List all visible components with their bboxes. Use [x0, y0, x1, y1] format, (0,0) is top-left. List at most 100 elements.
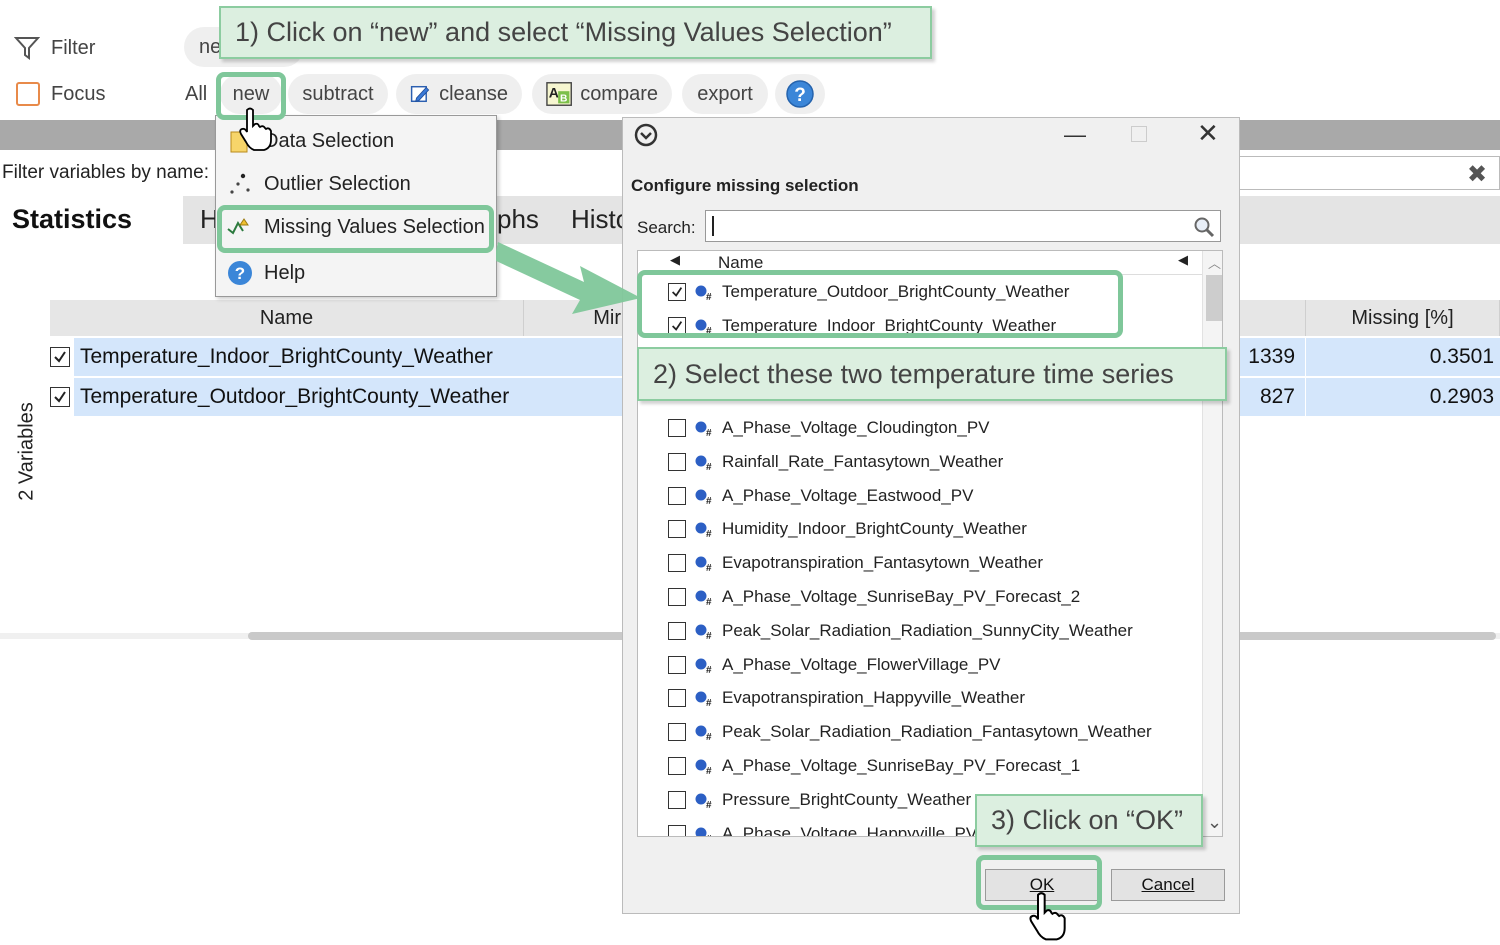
list-item[interactable]: # A_Phase_Voltage_Cloudington_PV — [638, 413, 1198, 443]
menu-item-outlier-selection[interactable]: Outlier Selection — [264, 173, 411, 196]
filter-icon[interactable] — [14, 36, 40, 60]
table-row-missing: 0.3501 — [1306, 338, 1500, 376]
svg-text:#: # — [706, 496, 712, 505]
variable-type-icon: # — [695, 793, 712, 809]
variable-type-icon: # — [695, 489, 712, 505]
list-item[interactable]: # A_Phase_Voltage_SunriseBay_PV_Forecast_… — [638, 582, 1198, 612]
vertical-scrollbar[interactable]: ︿ — [1202, 251, 1222, 836]
svg-text:#: # — [706, 563, 712, 572]
export-button[interactable]: export — [682, 74, 768, 114]
help-button[interactable]: ? — [775, 74, 825, 114]
list-item[interactable]: # A_Phase_Voltage_FlowerVillage_PV — [638, 650, 1198, 680]
list-item-checkbox[interactable] — [668, 689, 686, 708]
sort-right-icon[interactable]: ◀ — [1178, 252, 1188, 268]
svg-text:#: # — [706, 631, 712, 640]
focus-checkbox[interactable] — [16, 82, 40, 106]
list-item-checkbox[interactable] — [668, 588, 686, 606]
clear-filter-icon[interactable]: ✖ — [1467, 160, 1487, 189]
sort-left-icon[interactable]: ◀ — [670, 252, 680, 268]
list-item-checkbox[interactable] — [668, 554, 686, 573]
outlier-icon — [230, 173, 250, 194]
filter-by-name-input[interactable] — [1238, 156, 1500, 190]
list-item[interactable]: # A_Phase_Voltage_Eastwood_PV — [638, 481, 1198, 511]
search-input[interactable] — [705, 210, 1221, 242]
row-name: Temperature_Indoor_BrightCounty_Weather — [80, 345, 493, 368]
arrow-annotation — [496, 242, 641, 314]
table-row-name[interactable]: Temperature_Indoor_BrightCounty_Weather — [74, 338, 624, 376]
cancel-button[interactable]: Cancel — [1111, 869, 1225, 901]
list-item[interactable]: # Peak_Solar_Radiation_Radiation_SunnyCit… — [638, 616, 1198, 646]
menu-item-data-selection[interactable]: Data Selection — [264, 130, 394, 153]
list-item-checkbox[interactable] — [668, 486, 686, 505]
cancel-label: Cancel — [1141, 875, 1195, 894]
list-item-label: A_Phase_Voltage_Eastwood_PV — [722, 485, 974, 505]
highlight-checked-items — [637, 270, 1123, 338]
focus-label[interactable]: Focus — [51, 83, 105, 106]
all-label[interactable]: All — [185, 83, 207, 106]
table-row-name[interactable]: Temperature_Outdoor_BrightCounty_Weather — [74, 378, 624, 416]
list-item-label: Peak_Solar_Radiation_Radiation_Fantasyto… — [722, 722, 1152, 742]
list-item-checkbox[interactable] — [668, 452, 686, 471]
svg-text:#: # — [706, 529, 712, 538]
list-item[interactable]: # Evapotranspiration_Fantasytown_Weather — [638, 548, 1198, 578]
variable-type-icon: # — [695, 556, 712, 572]
variable-list[interactable]: ◀ Name ◀ # Temperature_Outdoor_BrightCou… — [637, 250, 1223, 837]
list-item-checkbox[interactable] — [668, 520, 686, 539]
compare-label: compare — [580, 82, 658, 105]
list-item[interactable]: # Evapotranspiration_Happyville_Weather — [638, 683, 1198, 713]
list-item-checkbox[interactable] — [668, 790, 686, 809]
list-item[interactable]: # Peak_Solar_Radiation_Radiation_Fantasyt… — [638, 717, 1198, 747]
callout-step3-text: 3) Click on “OK” — [991, 805, 1184, 835]
list-item-checkbox[interactable] — [668, 757, 686, 775]
variables-count-label: 2 Variables — [15, 402, 38, 501]
list-item-label: Evapotranspiration_Happyville_Weather — [722, 688, 1026, 708]
svg-text:#: # — [706, 665, 712, 674]
svg-text:#: # — [706, 800, 712, 809]
callout-step2-text: 2) Select these two temperature time ser… — [653, 358, 1174, 389]
list-item-checkbox[interactable] — [668, 419, 686, 437]
menu-item-help[interactable]: Help — [264, 262, 305, 285]
list-item-label: Evapotranspiration_Fantasytown_Weather — [722, 553, 1043, 573]
list-item-label: Peak_Solar_Radiation_Radiation_SunnyCity… — [722, 620, 1133, 640]
filter-by-name-label: Filter variables by name: — [2, 162, 209, 183]
table-row-missing: 0.2903 — [1306, 378, 1500, 416]
list-item[interactable]: # Rainfall_Rate_Fantasytown_Weather — [638, 447, 1198, 477]
column-header-name-label: Name — [259, 306, 314, 329]
help-icon: ? — [786, 80, 814, 108]
scroll-down-icon[interactable]: ⌄ — [1207, 812, 1222, 833]
text-caret — [712, 216, 714, 236]
vertical-scrollbar-thumb[interactable] — [1206, 275, 1222, 321]
list-item-checkbox[interactable] — [668, 723, 686, 742]
list-item-checkbox[interactable] — [668, 621, 686, 640]
row-checkbox[interactable] — [50, 347, 70, 367]
maximize-icon — [1131, 126, 1147, 142]
filter-label[interactable]: Filter — [51, 37, 95, 60]
dialog-title: Configure missing selection — [631, 176, 859, 195]
list-item-label: A_Phase_Voltage_SunriseBay_PV_Forecast_1 — [722, 756, 1081, 775]
close-icon[interactable]: ✕ — [1197, 118, 1219, 149]
column-header-name[interactable]: Name — [50, 300, 524, 336]
hand-cursor-icon — [1029, 892, 1066, 941]
list-item[interactable]: # Humidity_Indoor_BrightCounty_Weather — [638, 514, 1198, 544]
export-label: export — [697, 82, 753, 105]
column-header-missing[interactable]: Missing [%] — [1306, 300, 1500, 336]
callout-step1-text: 1) Click on “new” and select “Missing Va… — [235, 17, 892, 47]
list-item-label: A_Phase_Voltage_FlowerVillage_PV — [722, 654, 1001, 674]
compare-button[interactable]: A B compare — [532, 74, 672, 114]
column-header-count[interactable] — [1240, 300, 1306, 336]
scroll-up-icon[interactable]: ︿ — [1208, 253, 1221, 272]
search-icon[interactable] — [1192, 215, 1216, 239]
subtract-label: subtract — [302, 82, 374, 105]
subtract-button[interactable]: subtract — [288, 74, 388, 114]
list-item-checkbox[interactable] — [668, 824, 686, 836]
cleanse-button[interactable]: cleanse — [396, 74, 522, 114]
svg-text:A: A — [549, 85, 559, 101]
list-item[interactable]: # A_Phase_Voltage_SunriseBay_PV_Forecast_… — [638, 751, 1198, 781]
row-checkbox[interactable] — [50, 387, 70, 407]
statistics-title: Statistics — [12, 204, 133, 234]
list-item-checkbox[interactable] — [668, 655, 686, 674]
svg-text:#: # — [706, 834, 712, 837]
svg-text:#: # — [706, 698, 712, 707]
variable-type-icon: # — [695, 421, 712, 437]
minimize-icon[interactable]: — — [1064, 122, 1086, 148]
